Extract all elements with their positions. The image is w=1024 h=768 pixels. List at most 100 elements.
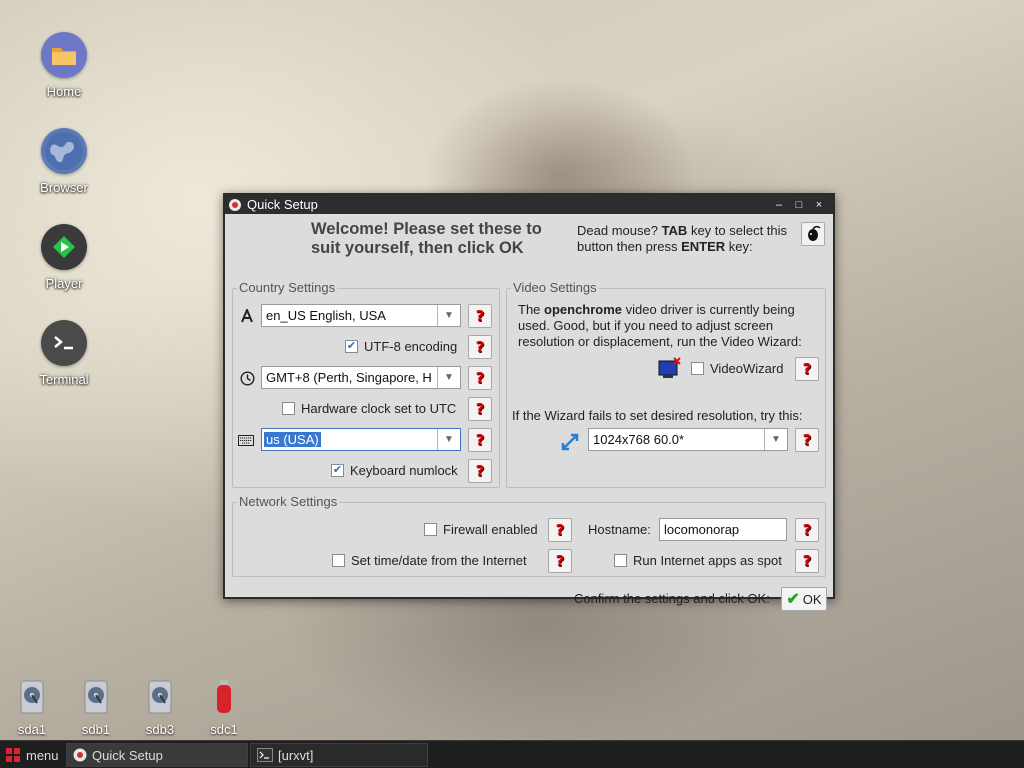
play-icon: [41, 224, 87, 270]
ok-button[interactable]: ✔ OK: [781, 587, 827, 611]
close-button[interactable]: ×: [809, 199, 829, 211]
locale-value: en_US English, USA: [266, 308, 386, 323]
resolution-help-button[interactable]: ?: [795, 428, 819, 452]
videowizard-help-button[interactable]: ?: [795, 357, 819, 381]
desktop-icon-label: Terminal: [39, 372, 89, 387]
drive-icon-sdb1[interactable]: sdb1: [68, 680, 124, 737]
menu-grid-icon: [6, 748, 20, 762]
spot-label: Run Internet apps as spot: [633, 553, 782, 568]
utf8-help-button[interactable]: ?: [468, 335, 492, 359]
desktop-icon-label: Browser: [40, 180, 88, 195]
chevron-down-icon: ▼: [437, 305, 460, 326]
hint-text: key to select this: [687, 223, 788, 238]
video-driver-description: The openchrome video driver is currently…: [518, 302, 818, 350]
task-urxvt[interactable]: [urxvt]: [250, 743, 428, 767]
menu-label: menu: [26, 747, 59, 763]
drive-icon-sda1[interactable]: sda1: [4, 680, 60, 737]
dead-mouse-button[interactable]: [801, 222, 825, 246]
chevron-down-icon: ▼: [437, 429, 460, 450]
terminal-icon: [41, 320, 87, 366]
hwclock-checkbox[interactable]: Hardware clock set to UTC: [282, 401, 456, 416]
network-settings-title: Network Settings: [237, 494, 340, 509]
keyboard-layout-select[interactable]: us (USA) ▼: [261, 428, 461, 451]
chevron-down-icon: ▼: [437, 367, 460, 388]
timedate-checkbox[interactable]: Set time/date from the Internet: [332, 553, 527, 568]
checkbox-checked-icon: ✔: [345, 340, 358, 353]
firewall-checkbox[interactable]: Firewall enabled: [424, 522, 538, 537]
hint-key-tab: TAB: [661, 223, 688, 238]
terminal-icon: [257, 748, 273, 762]
desktop-icon-terminal[interactable]: Terminal: [24, 320, 104, 387]
quick-setup-app-icon: [73, 748, 87, 762]
maximize-button[interactable]: □: [789, 199, 809, 211]
taskbar: menu Quick Setup [urxvt]: [0, 740, 1024, 768]
resolution-select[interactable]: 1024x768 60.0* ▼: [588, 428, 788, 451]
utf8-label: UTF-8 encoding: [364, 339, 458, 354]
hostname-input[interactable]: locomonorap: [659, 518, 787, 541]
hard-drive-icon: [148, 680, 172, 714]
drive-icon-sdb3[interactable]: sdb3: [132, 680, 188, 737]
mouse-icon: [808, 225, 821, 241]
videowizard-checkbox[interactable]: VideoWizard: [691, 361, 783, 376]
hard-drive-icon: [20, 680, 44, 714]
resize-arrows-icon: [560, 432, 580, 452]
keyboard-layout-selected-text: us (USA): [264, 432, 321, 447]
checkbox-unchecked-icon: [424, 523, 437, 536]
drive-label: sdc1: [210, 722, 238, 737]
hard-drive-icon: [84, 680, 108, 714]
utf8-checkbox[interactable]: ✔ UTF-8 encoding: [345, 339, 457, 354]
start-menu-button[interactable]: menu: [2, 744, 63, 766]
drive-label: sda1: [17, 722, 47, 737]
hint-text: button then press: [577, 239, 682, 254]
hostname-help-button[interactable]: ?: [795, 518, 819, 542]
locale-select[interactable]: en_US English, USA ▼: [261, 304, 461, 327]
resolution-value: 1024x768 60.0*: [593, 432, 685, 447]
confirm-text: Confirm the settings and click OK:: [574, 591, 770, 606]
locale-help-button[interactable]: ?: [468, 304, 492, 328]
video-driver-name: openchrome: [544, 302, 623, 317]
spot-help-button[interactable]: ?: [795, 549, 819, 573]
timezone-select[interactable]: GMT+8 (Perth, Singapore, H ▼: [261, 366, 461, 389]
globe-icon: [41, 128, 87, 174]
timedate-label: Set time/date from the Internet: [351, 553, 527, 568]
task-label: [urxvt]: [278, 747, 314, 763]
keyboard-help-button[interactable]: ?: [468, 428, 492, 452]
hostname-label: Hostname:: [588, 522, 651, 537]
minimize-button[interactable]: –: [769, 199, 789, 211]
checkbox-unchecked-icon: [614, 554, 627, 567]
drive-label: sdb3: [145, 722, 175, 737]
spot-checkbox[interactable]: Run Internet apps as spot: [614, 553, 782, 568]
video-settings-title: Video Settings: [511, 280, 599, 295]
quick-setup-window: Quick Setup – □ × Welcome! Please set th…: [223, 193, 835, 611]
firewall-help-button[interactable]: ?: [548, 518, 572, 542]
welcome-line-2: suit yourself, then click OK: [311, 239, 524, 257]
videowizard-label: VideoWizard: [710, 361, 784, 376]
drive-icon-sdc1[interactable]: sdc1: [196, 680, 252, 737]
ok-label: OK: [802, 591, 822, 607]
desktop-icon-browser[interactable]: Browser: [24, 128, 104, 195]
usb-drive-icon: [217, 680, 231, 713]
window-title: Quick Setup: [247, 197, 318, 212]
app-icon: [229, 198, 241, 211]
task-label: Quick Setup: [92, 747, 163, 763]
window-titlebar[interactable]: Quick Setup – □ ×: [225, 195, 833, 214]
dead-mouse-hint: Dead mouse? TAB key to select this butto…: [577, 223, 805, 255]
numlock-checkbox[interactable]: ✔ Keyboard numlock: [331, 463, 458, 478]
hint-key-enter: ENTER: [681, 239, 726, 254]
keyboard-icon: [238, 432, 254, 448]
hwclock-help-button[interactable]: ?: [468, 397, 492, 421]
numlock-help-button[interactable]: ?: [468, 459, 492, 483]
welcome-heading: Welcome! Please set these to suit yourse…: [311, 220, 561, 258]
video-text: used. Good, but if you need to adjust sc…: [518, 318, 774, 333]
monitor-wizard-icon: [658, 357, 682, 379]
desktop-icon-home[interactable]: Home: [24, 32, 104, 99]
timedate-help-button[interactable]: ?: [548, 549, 572, 573]
task-quick-setup[interactable]: Quick Setup: [66, 743, 248, 767]
chevron-down-icon: ▼: [764, 429, 787, 450]
timezone-value: GMT+8 (Perth, Singapore, H: [266, 370, 432, 385]
timezone-help-button[interactable]: ?: [468, 366, 492, 390]
numlock-label: Keyboard numlock: [350, 463, 458, 478]
checkbox-unchecked-icon: [282, 402, 295, 415]
home-folder-icon: [41, 32, 87, 78]
desktop-icon-player[interactable]: Player: [24, 224, 104, 291]
